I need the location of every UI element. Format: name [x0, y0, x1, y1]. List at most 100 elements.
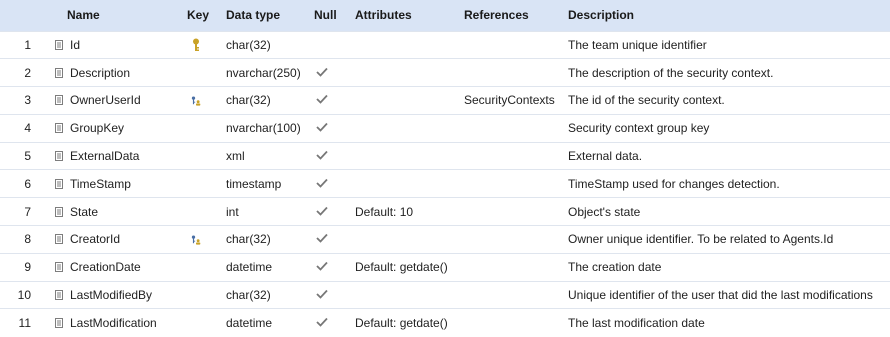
column-icon	[55, 262, 63, 273]
table-row[interactable]: 1 Id char(32) The team unique identifier	[0, 31, 890, 59]
foreign-key-icon	[191, 235, 201, 245]
references-cell: SecurityContexts	[464, 93, 555, 108]
description-cell: Owner unique identifier. To be related t…	[568, 232, 834, 247]
key-cell	[187, 309, 226, 337]
data-type-cell: xml	[226, 149, 245, 164]
check-icon	[316, 206, 328, 216]
column-name-cell[interactable]: LastModifiedBy	[49, 281, 187, 309]
table-row[interactable]: 5 ExternalData xml External data.	[0, 142, 890, 170]
check-icon	[316, 67, 328, 77]
column-name-cell[interactable]: CreationDate	[49, 253, 187, 281]
table-row[interactable]: 11 LastModification datetime Default: getda…	[0, 308, 890, 337]
description-cell: Security context group key	[568, 121, 710, 136]
table-row[interactable]: 9 CreationDate datetime Default: getdate() T…	[0, 253, 890, 281]
references-cell	[464, 142, 568, 170]
column-icon	[55, 318, 63, 329]
column-name: CreationDate	[70, 260, 141, 275]
references-cell	[464, 170, 568, 198]
attributes-cell	[355, 31, 464, 59]
check-icon	[316, 178, 328, 188]
attributes-cell	[355, 226, 464, 254]
key-cell	[187, 114, 226, 142]
null-cell	[314, 226, 355, 254]
row-number: 7	[24, 204, 31, 219]
data-type-cell: char(32)	[226, 232, 271, 247]
description-cell: The creation date	[568, 260, 662, 275]
description-cell: The id of the security context.	[568, 93, 725, 108]
attributes-cell	[355, 59, 464, 87]
header-description[interactable]: Description	[568, 0, 890, 31]
table-row[interactable]: 6 TimeStamp timestamp TimeStamp used for ch…	[0, 169, 890, 198]
check-icon	[316, 317, 328, 327]
table-row[interactable]: 7 State int Default: 10 Object's state	[0, 197, 890, 226]
null-cell	[314, 309, 355, 337]
header-attributes[interactable]: Attributes	[355, 0, 464, 31]
data-type-cell: char(32)	[226, 37, 271, 52]
null-cell	[314, 31, 355, 59]
column-name: GroupKey	[70, 121, 125, 136]
references-cell	[464, 114, 568, 142]
table-row[interactable]: 2 Description nvarchar(250) The description…	[0, 58, 890, 87]
attributes-cell: Default: 10	[355, 204, 414, 219]
null-cell	[314, 198, 355, 226]
column-name-cell[interactable]: TimeStamp	[49, 170, 187, 198]
table-row[interactable]: 4 GroupKey nvarchar(100) Security context g…	[0, 114, 890, 142]
column-name: Description	[70, 65, 131, 80]
header-data-type[interactable]: Data type	[226, 0, 314, 31]
data-type-cell: datetime	[226, 260, 273, 275]
references-cell	[464, 59, 568, 87]
null-cell	[314, 114, 355, 142]
description-cell: Object's state	[568, 204, 641, 219]
column-name-cell[interactable]: LastModification	[49, 309, 187, 337]
data-type-cell: char(32)	[226, 93, 271, 108]
columns-table: Name Key Data type Null Attributes Refer…	[0, 0, 890, 337]
key-cell	[187, 87, 226, 115]
references-cell	[464, 31, 568, 59]
row-number: 3	[24, 93, 31, 108]
null-cell	[314, 142, 355, 170]
key-cell	[187, 226, 226, 254]
attributes-cell	[355, 87, 464, 115]
key-cell	[187, 31, 226, 59]
column-name-cell[interactable]: ExternalData	[49, 142, 187, 170]
header-num	[0, 0, 49, 31]
key-cell	[187, 198, 226, 226]
table-row[interactable]: 10 LastModifiedBy char(32) Unique identifie…	[0, 281, 890, 309]
table-row[interactable]: 3 OwnerUserId char(32) SecurityContexts The …	[0, 86, 890, 115]
attributes-cell	[355, 281, 464, 309]
column-name: TimeStamp	[70, 176, 131, 191]
column-name-cell[interactable]: State	[49, 198, 187, 226]
row-number: 1	[24, 37, 31, 52]
column-name: State	[70, 204, 99, 219]
table-row[interactable]: 8 CreatorId char(32) Owner unique identifie…	[0, 225, 890, 254]
header-null[interactable]: Null	[314, 0, 355, 31]
null-cell	[314, 59, 355, 87]
row-number: 5	[24, 149, 31, 164]
check-icon	[316, 234, 328, 244]
column-icon	[55, 206, 63, 217]
description-cell: TimeStamp used for changes detection.	[568, 176, 780, 191]
references-cell	[464, 309, 568, 337]
references-cell	[464, 253, 568, 281]
data-type-cell: nvarchar(250)	[226, 65, 301, 80]
column-name: LastModification	[70, 316, 157, 331]
row-number: 2	[24, 65, 31, 80]
primary-key-icon	[193, 38, 199, 52]
key-cell	[187, 281, 226, 309]
column-name: Id	[70, 37, 81, 52]
column-name-cell[interactable]: OwnerUserId	[49, 87, 187, 115]
column-name-cell[interactable]: CreatorId	[49, 226, 187, 254]
header-references[interactable]: References	[464, 0, 568, 31]
foreign-key-icon	[191, 96, 201, 106]
header-key[interactable]: Key	[187, 0, 226, 31]
column-name-cell[interactable]: Description	[49, 59, 187, 87]
data-type-cell: timestamp	[226, 176, 282, 191]
column-name-cell[interactable]: Id	[49, 31, 187, 59]
attributes-cell	[355, 114, 464, 142]
column-name-cell[interactable]: GroupKey	[49, 114, 187, 142]
header-name[interactable]: Name	[49, 0, 187, 31]
row-number: 8	[24, 232, 31, 247]
data-type-cell: nvarchar(100)	[226, 121, 301, 136]
data-type-cell: datetime	[226, 316, 273, 331]
column-name: LastModifiedBy	[70, 288, 153, 303]
